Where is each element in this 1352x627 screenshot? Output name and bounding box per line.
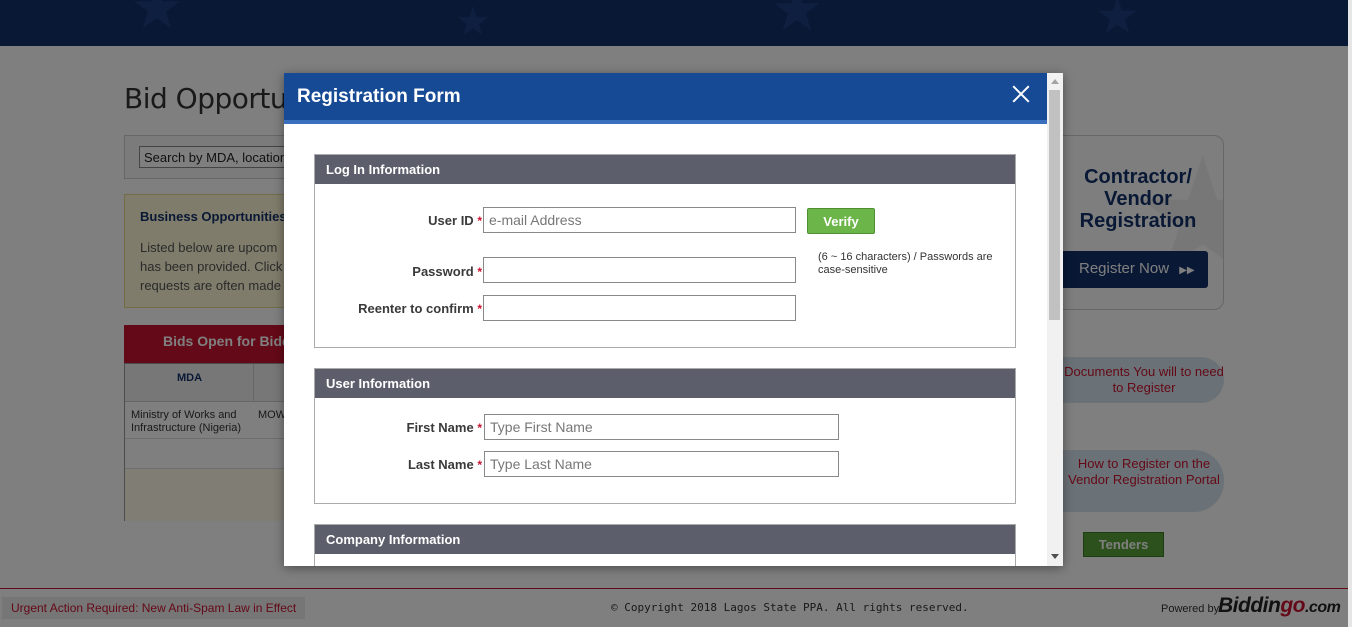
label-text: First Name xyxy=(406,420,474,435)
first-name-input[interactable] xyxy=(484,414,839,440)
password-input[interactable] xyxy=(483,257,796,283)
company-information-section: Company Information xyxy=(314,524,1016,566)
modal-header: Registration Form xyxy=(284,73,1047,124)
registration-modal: Registration Form Log In Information Use… xyxy=(284,73,1063,566)
first-name-label: First Name * xyxy=(364,420,483,435)
required-asterisk: * xyxy=(477,214,482,228)
password-hint: (6 ~ 16 characters) / Passwords are case… xyxy=(818,251,993,276)
user-id-input[interactable] xyxy=(483,207,796,233)
section-title: User Information xyxy=(315,369,1015,398)
required-asterisk: * xyxy=(477,458,482,472)
label-text: User ID xyxy=(428,213,474,228)
section-title: Log In Information xyxy=(315,155,1015,184)
scroll-down-arrow-icon[interactable] xyxy=(1051,554,1059,559)
last-name-input[interactable] xyxy=(484,451,839,477)
last-name-label: Last Name * xyxy=(364,457,482,472)
confirm-password-input[interactable] xyxy=(483,295,796,321)
verify-button[interactable]: Verify xyxy=(807,208,875,234)
password-label: Password * xyxy=(364,264,482,279)
label-text: Last Name xyxy=(407,457,474,472)
close-icon[interactable] xyxy=(1008,81,1034,107)
required-asterisk: * xyxy=(477,421,482,435)
modal-scrollbar[interactable] xyxy=(1047,73,1063,566)
label-text: Reenter to confirm xyxy=(358,301,474,316)
modal-title: Registration Form xyxy=(297,86,461,107)
required-asterisk: * xyxy=(477,265,482,279)
page-scrollbar[interactable] xyxy=(1348,0,1352,627)
confirm-password-label: Reenter to confirm * xyxy=(324,301,482,316)
scrollbar-thumb[interactable] xyxy=(1049,90,1060,320)
section-title: Company Information xyxy=(315,525,1015,554)
required-asterisk: * xyxy=(477,302,482,316)
user-id-label: User ID * xyxy=(384,213,482,228)
label-text: Password xyxy=(412,264,474,279)
scroll-up-arrow-icon[interactable] xyxy=(1051,79,1059,84)
